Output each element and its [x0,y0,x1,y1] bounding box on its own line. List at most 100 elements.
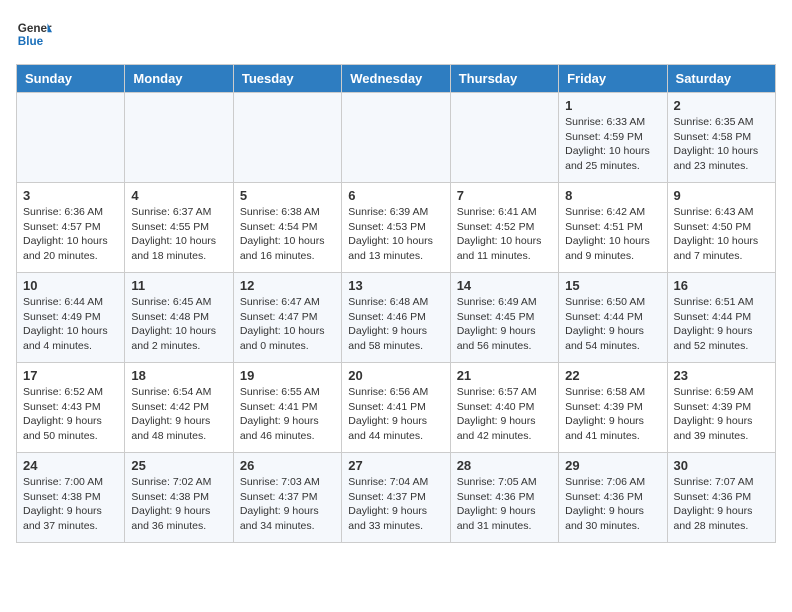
day-info: Sunrise: 6:43 AM Sunset: 4:50 PM Dayligh… [674,205,769,264]
day-number: 25 [131,458,226,473]
day-number: 3 [23,188,118,203]
calendar-week-row: 24 Sunrise: 7:00 AM Sunset: 4:38 PM Dayli… [17,453,776,543]
day-number: 20 [348,368,443,383]
weekday-header-sunday: Sunday [17,65,125,93]
day-number: 1 [565,98,660,113]
calendar-cell: 30 Sunrise: 7:07 AM Sunset: 4:36 PM Dayli… [667,453,775,543]
day-info: Sunrise: 6:33 AM Sunset: 4:59 PM Dayligh… [565,115,660,174]
calendar-cell: 16 Sunrise: 6:51 AM Sunset: 4:44 PM Dayli… [667,273,775,363]
day-info: Sunrise: 6:37 AM Sunset: 4:55 PM Dayligh… [131,205,226,264]
calendar-cell [450,93,558,183]
day-number: 14 [457,278,552,293]
calendar-cell: 29 Sunrise: 7:06 AM Sunset: 4:36 PM Dayli… [559,453,667,543]
day-number: 10 [23,278,118,293]
calendar-cell: 28Sunrise: 7:05 AM Sunset: 4:36 PM Dayli… [450,453,558,543]
svg-text:Blue: Blue [18,35,44,48]
weekday-header-wednesday: Wednesday [342,65,450,93]
day-info: Sunrise: 7:07 AM Sunset: 4:36 PM Dayligh… [674,475,769,534]
day-number: 7 [457,188,552,203]
calendar-cell: 7 Sunrise: 6:41 AM Sunset: 4:52 PM Daylig… [450,183,558,273]
day-number: 12 [240,278,335,293]
calendar-cell: 17 Sunrise: 6:52 AM Sunset: 4:43 PM Dayli… [17,363,125,453]
calendar-cell [233,93,341,183]
day-number: 15 [565,278,660,293]
day-number: 6 [348,188,443,203]
calendar-cell: 15Sunrise: 6:50 AM Sunset: 4:44 PM Dayli… [559,273,667,363]
day-info: Sunrise: 7:00 AM Sunset: 4:38 PM Dayligh… [23,475,118,534]
day-info: Sunrise: 6:39 AM Sunset: 4:53 PM Dayligh… [348,205,443,264]
calendar-cell [125,93,233,183]
day-info: Sunrise: 6:48 AM Sunset: 4:46 PM Dayligh… [348,295,443,354]
day-number: 18 [131,368,226,383]
day-info: Sunrise: 6:56 AM Sunset: 4:41 PM Dayligh… [348,385,443,444]
calendar-cell: 27Sunrise: 7:04 AM Sunset: 4:37 PM Dayli… [342,453,450,543]
calendar-cell: 12 Sunrise: 6:47 AM Sunset: 4:47 PM Dayli… [233,273,341,363]
day-info: Sunrise: 7:06 AM Sunset: 4:36 PM Dayligh… [565,475,660,534]
day-number: 17 [23,368,118,383]
page-header: General Blue [16,16,776,52]
weekday-header-saturday: Saturday [667,65,775,93]
day-info: Sunrise: 6:47 AM Sunset: 4:47 PM Dayligh… [240,295,335,354]
day-info: Sunrise: 6:38 AM Sunset: 4:54 PM Dayligh… [240,205,335,264]
calendar-cell: 4Sunrise: 6:37 AM Sunset: 4:55 PM Daylig… [125,183,233,273]
day-info: Sunrise: 6:57 AM Sunset: 4:40 PM Dayligh… [457,385,552,444]
day-info: Sunrise: 6:35 AM Sunset: 4:58 PM Dayligh… [674,115,769,174]
calendar-cell: 24 Sunrise: 7:00 AM Sunset: 4:38 PM Dayli… [17,453,125,543]
day-number: 22 [565,368,660,383]
day-number: 16 [674,278,769,293]
day-number: 2 [674,98,769,113]
day-info: Sunrise: 6:58 AM Sunset: 4:39 PM Dayligh… [565,385,660,444]
calendar-table: SundayMondayTuesdayWednesdayThursdayFrid… [16,64,776,543]
day-info: Sunrise: 6:55 AM Sunset: 4:41 PM Dayligh… [240,385,335,444]
calendar-cell: 3 Sunrise: 6:36 AM Sunset: 4:57 PM Daylig… [17,183,125,273]
weekday-header-friday: Friday [559,65,667,93]
calendar-cell: 22 Sunrise: 6:58 AM Sunset: 4:39 PM Dayli… [559,363,667,453]
weekday-header-thursday: Thursday [450,65,558,93]
logo: General Blue [16,16,52,52]
day-number: 5 [240,188,335,203]
calendar-week-row: 1 Sunrise: 6:33 AM Sunset: 4:59 PM Daylig… [17,93,776,183]
day-info: Sunrise: 6:51 AM Sunset: 4:44 PM Dayligh… [674,295,769,354]
day-info: Sunrise: 6:54 AM Sunset: 4:42 PM Dayligh… [131,385,226,444]
day-number: 30 [674,458,769,473]
calendar-cell [17,93,125,183]
calendar-cell: 14 Sunrise: 6:49 AM Sunset: 4:45 PM Dayli… [450,273,558,363]
day-number: 19 [240,368,335,383]
day-number: 8 [565,188,660,203]
calendar-cell: 18 Sunrise: 6:54 AM Sunset: 4:42 PM Dayli… [125,363,233,453]
calendar-cell: 10 Sunrise: 6:44 AM Sunset: 4:49 PM Dayli… [17,273,125,363]
day-number: 26 [240,458,335,473]
day-number: 13 [348,278,443,293]
calendar-cell: 25 Sunrise: 7:02 AM Sunset: 4:38 PM Dayli… [125,453,233,543]
calendar-cell: 9 Sunrise: 6:43 AM Sunset: 4:50 PM Daylig… [667,183,775,273]
day-info: Sunrise: 6:42 AM Sunset: 4:51 PM Dayligh… [565,205,660,264]
day-info: Sunrise: 6:41 AM Sunset: 4:52 PM Dayligh… [457,205,552,264]
day-number: 29 [565,458,660,473]
day-number: 11 [131,278,226,293]
calendar-cell [342,93,450,183]
day-info: Sunrise: 6:44 AM Sunset: 4:49 PM Dayligh… [23,295,118,354]
weekday-header-tuesday: Tuesday [233,65,341,93]
calendar-cell: 26 Sunrise: 7:03 AM Sunset: 4:37 PM Dayli… [233,453,341,543]
weekday-header-monday: Monday [125,65,233,93]
calendar-week-row: 3 Sunrise: 6:36 AM Sunset: 4:57 PM Daylig… [17,183,776,273]
day-number: 28 [457,458,552,473]
day-number: 9 [674,188,769,203]
calendar-cell: 5 Sunrise: 6:38 AM Sunset: 4:54 PM Daylig… [233,183,341,273]
day-info: Sunrise: 6:45 AM Sunset: 4:48 PM Dayligh… [131,295,226,354]
day-number: 23 [674,368,769,383]
day-info: Sunrise: 6:52 AM Sunset: 4:43 PM Dayligh… [23,385,118,444]
calendar-cell: 11 Sunrise: 6:45 AM Sunset: 4:48 PM Dayli… [125,273,233,363]
day-info: Sunrise: 6:49 AM Sunset: 4:45 PM Dayligh… [457,295,552,354]
svg-text:General: General [18,22,52,35]
calendar-week-row: 10 Sunrise: 6:44 AM Sunset: 4:49 PM Dayli… [17,273,776,363]
day-number: 24 [23,458,118,473]
day-info: Sunrise: 7:02 AM Sunset: 4:38 PM Dayligh… [131,475,226,534]
calendar-cell: 1 Sunrise: 6:33 AM Sunset: 4:59 PM Daylig… [559,93,667,183]
calendar-cell: 2 Sunrise: 6:35 AM Sunset: 4:58 PM Daylig… [667,93,775,183]
calendar-cell: 21Sunrise: 6:57 AM Sunset: 4:40 PM Dayli… [450,363,558,453]
logo-icon: General Blue [16,16,52,52]
day-info: Sunrise: 6:36 AM Sunset: 4:57 PM Dayligh… [23,205,118,264]
day-info: Sunrise: 7:03 AM Sunset: 4:37 PM Dayligh… [240,475,335,534]
calendar-cell: 13 Sunrise: 6:48 AM Sunset: 4:46 PM Dayli… [342,273,450,363]
